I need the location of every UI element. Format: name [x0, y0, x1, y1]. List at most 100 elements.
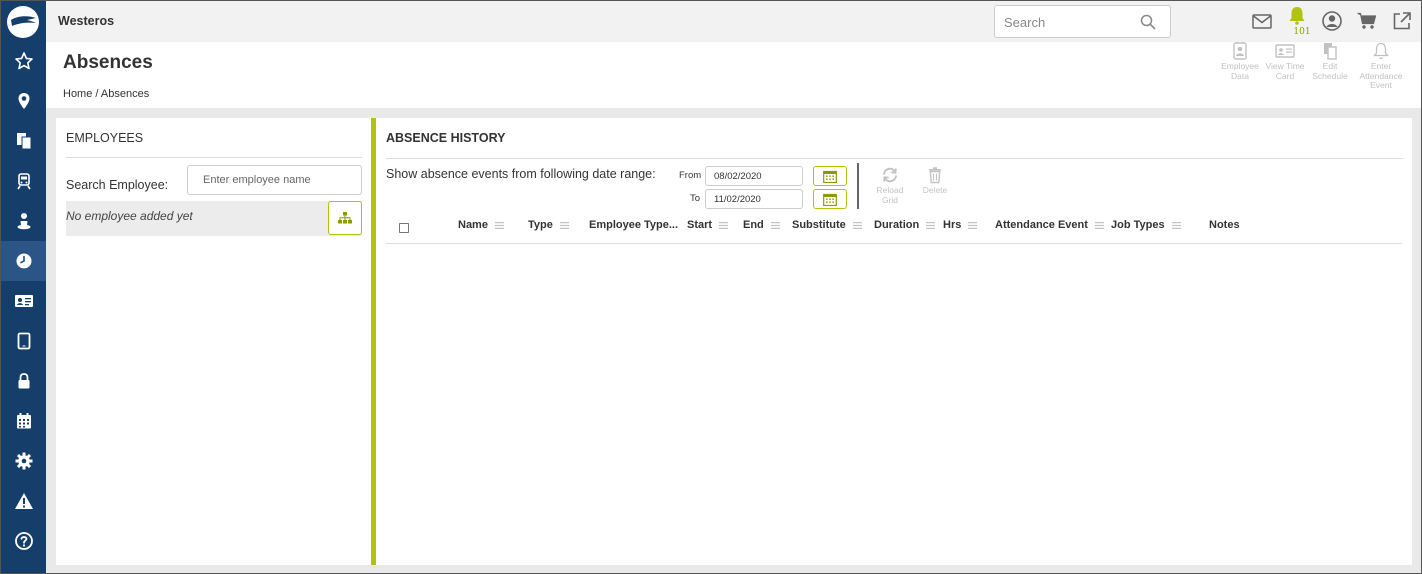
- column-type[interactable]: Type: [528, 219, 569, 231]
- sidebar-item-calendar[interactable]: [1, 401, 46, 441]
- reload-icon: [883, 167, 897, 183]
- clock-icon: [16, 253, 31, 269]
- column-hrs[interactable]: Hrs: [943, 219, 978, 231]
- employees-panel: EMPLOYEES Search Employee: No employee a…: [56, 118, 371, 565]
- from-date-field[interactable]: [705, 166, 803, 186]
- sidebar-item-locations[interactable]: [1, 81, 46, 121]
- column-substitute[interactable]: Substitute: [792, 219, 862, 231]
- page-header: Absences Home / Absences Employee Data V…: [46, 42, 1421, 108]
- employee-search-field[interactable]: [187, 165, 362, 195]
- notification-count: 101: [1293, 27, 1311, 37]
- sidebar: [1, 1, 46, 573]
- column-menu-icon[interactable]: [1171, 221, 1181, 229]
- column-label: Substitute: [792, 219, 846, 231]
- bell-icon[interactable]: [1286, 5, 1308, 27]
- employee-data-label: Employee Data: [1221, 61, 1259, 81]
- sidebar-item-alerts[interactable]: [1, 481, 46, 521]
- column-menu-icon[interactable]: [494, 221, 504, 229]
- sidebar-item-id-card[interactable]: [1, 281, 46, 321]
- edit-schedule-icon: [1324, 43, 1337, 60]
- breadcrumb: Home / Absences: [63, 88, 149, 100]
- employee-data-icon: [1233, 42, 1247, 60]
- column-menu-icon[interactable]: [719, 221, 729, 229]
- org-chart-icon: [338, 212, 352, 224]
- edit-schedule-button[interactable]: Edit Schedule: [1307, 42, 1353, 81]
- tablet-icon: [17, 332, 30, 350]
- sidebar-item-tablet[interactable]: [1, 321, 46, 361]
- delete-label: Delete: [922, 185, 948, 195]
- from-date-input[interactable]: [706, 167, 802, 185]
- absence-history-title: ABSENCE HISTORY: [386, 131, 506, 145]
- cart-icon[interactable]: [1356, 10, 1378, 32]
- column-duration[interactable]: Duration: [874, 219, 936, 231]
- column-label: Attendance Event: [995, 219, 1088, 231]
- time-card-icon: [1275, 44, 1295, 58]
- global-search[interactable]: [994, 5, 1171, 38]
- employee-data-button[interactable]: Employee Data: [1217, 42, 1263, 81]
- no-employee-text: No employee added yet: [66, 209, 193, 223]
- employee-search-input[interactable]: [188, 166, 361, 194]
- map-pin-icon: [18, 93, 29, 109]
- sidebar-item-employee[interactable]: [1, 201, 46, 241]
- external-link-icon[interactable]: [1391, 10, 1413, 32]
- page-title: Absences: [63, 52, 153, 73]
- column-menu-icon[interactable]: [1094, 221, 1104, 229]
- column-menu-icon[interactable]: [559, 221, 569, 229]
- column-menu-icon[interactable]: [926, 221, 936, 229]
- column-menu-icon[interactable]: [852, 221, 862, 229]
- calendar-icon: [823, 170, 837, 183]
- org-tree-button[interactable]: [328, 201, 362, 235]
- column-job-types[interactable]: Job Types: [1111, 219, 1181, 231]
- person-icon: [17, 213, 30, 230]
- absence-grid-header: Name Type Employee Type... Start End Sub…: [386, 210, 1402, 244]
- reload-grid-button[interactable]: Reload Grid: [872, 166, 908, 205]
- sidebar-item-security[interactable]: [1, 361, 46, 401]
- mail-icon[interactable]: [1251, 10, 1273, 32]
- column-label: Start: [687, 219, 713, 231]
- to-date-picker-button[interactable]: [813, 189, 847, 209]
- sidebar-item-favorites[interactable]: [1, 41, 46, 81]
- to-date-input[interactable]: [706, 190, 802, 208]
- breadcrumb-home[interactable]: Home: [63, 88, 92, 100]
- delete-button[interactable]: Delete: [917, 166, 953, 196]
- column-menu-icon[interactable]: [968, 221, 978, 229]
- column-attendance-event[interactable]: Attendance Event: [995, 219, 1104, 231]
- column-label: End: [743, 219, 764, 231]
- sidebar-item-transport[interactable]: [1, 161, 46, 201]
- absence-divider: [386, 158, 1403, 159]
- to-date-field[interactable]: [705, 189, 803, 209]
- column-employee-type[interactable]: Employee Type...: [589, 219, 678, 231]
- column-label: Job Types: [1111, 219, 1165, 231]
- column-name[interactable]: Name: [458, 219, 504, 231]
- sidebar-item-documents[interactable]: [1, 121, 46, 161]
- column-label: Type: [528, 219, 553, 231]
- from-date-picker-button[interactable]: [813, 166, 847, 186]
- column-label: Hrs: [943, 219, 962, 231]
- employees-title: EMPLOYEES: [66, 131, 144, 145]
- from-label: From: [679, 170, 702, 181]
- warning-icon: [14, 493, 33, 509]
- date-range-label: Show absence events from following date …: [386, 167, 656, 181]
- search-input[interactable]: [1004, 15, 1134, 30]
- sidebar-item-time[interactable]: [1, 241, 46, 281]
- sidebar-item-settings[interactable]: [1, 441, 46, 481]
- toolbar-separator: [857, 163, 859, 209]
- enter-attendance-event-button[interactable]: Enter Attendance Event: [1358, 42, 1404, 91]
- calendar-icon: [823, 193, 837, 206]
- gear-icon: [15, 452, 32, 470]
- column-label: Employee Type...: [589, 219, 679, 231]
- top-bar: Westeros 101: [46, 1, 1421, 42]
- column-start[interactable]: Start: [687, 219, 729, 231]
- view-time-card-button[interactable]: View Time Card: [1262, 42, 1308, 81]
- user-account-icon[interactable]: [1321, 10, 1343, 32]
- column-end[interactable]: End: [743, 219, 780, 231]
- sidebar-item-help[interactable]: [1, 521, 46, 561]
- search-icon[interactable]: [1140, 14, 1156, 30]
- app-name: Westeros: [58, 14, 115, 28]
- logo-icon[interactable]: [7, 6, 39, 38]
- select-all-checkbox[interactable]: [399, 223, 409, 233]
- column-menu-icon[interactable]: [770, 221, 780, 229]
- breadcrumb-current: Absences: [100, 88, 150, 100]
- column-label: Notes: [1209, 219, 1240, 231]
- column-notes[interactable]: Notes: [1209, 219, 1240, 231]
